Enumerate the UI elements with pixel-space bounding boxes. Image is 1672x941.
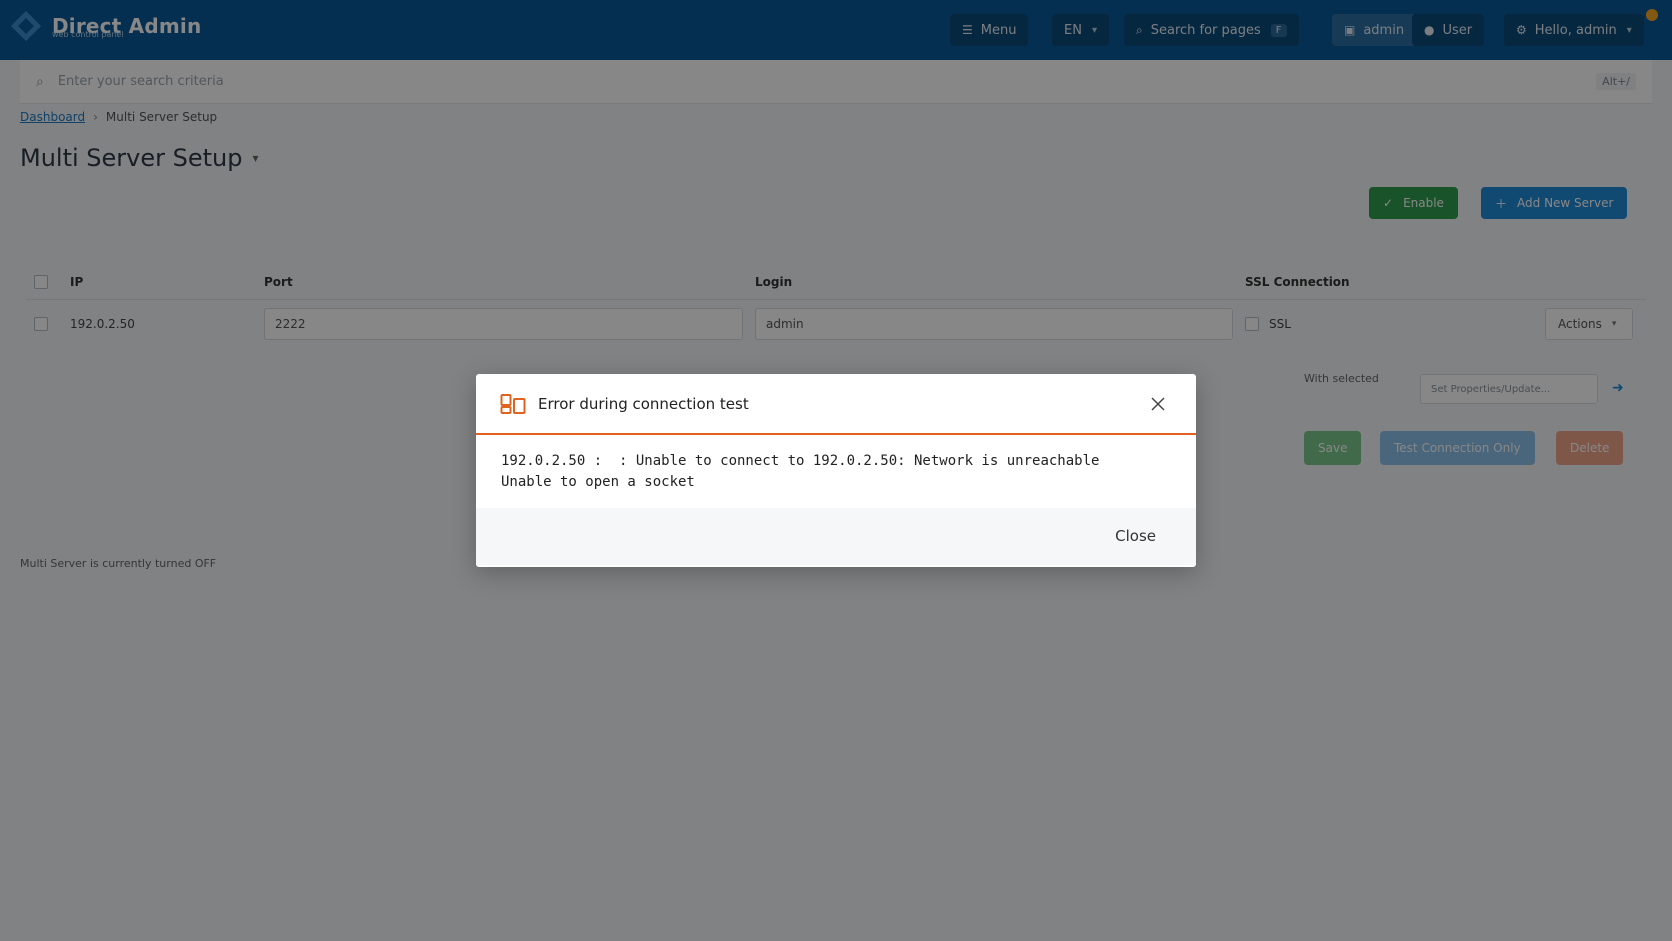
error-dialog: Error during connection test 192.0.2.50 … [476, 374, 1196, 567]
dialog-title: Error during connection test [538, 394, 749, 413]
dialog-header: Error during connection test [476, 374, 1196, 435]
dialog-footer: Close [476, 508, 1196, 565]
servers-icon [500, 393, 526, 414]
close-icon[interactable] [1150, 396, 1166, 412]
dialog-message: 192.0.2.50 : : Unable to connect to 192.… [501, 453, 1100, 490]
close-button[interactable]: Close [1115, 527, 1156, 545]
